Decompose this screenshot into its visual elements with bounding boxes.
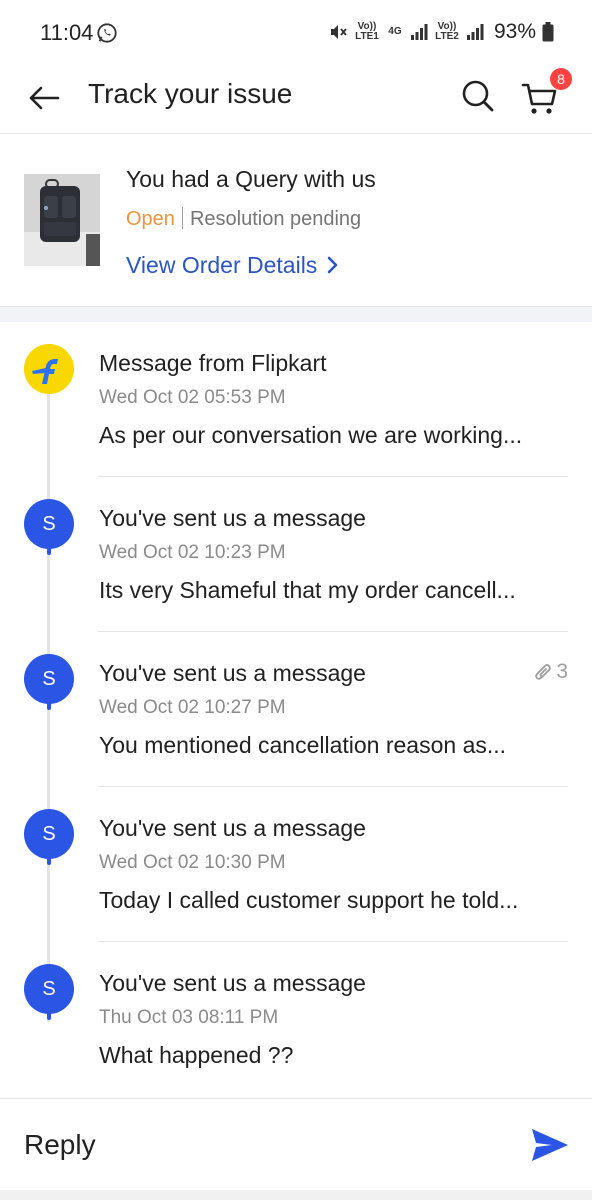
message-title: You've sent us a message <box>99 660 366 686</box>
message-item[interactable]: S You've sent us a message Thu Oct 03 08… <box>0 942 592 1097</box>
signal-icon <box>466 24 484 40</box>
battery-icon <box>542 22 554 42</box>
message-preview: What happened ?? <box>99 1042 294 1068</box>
message-preview: You mentioned cancellation reason as... <box>99 732 507 758</box>
user-avatar: S <box>24 964 74 1020</box>
cart-count-badge: 8 <box>550 68 572 90</box>
attachment-indicator: 3 <box>534 660 568 684</box>
message-item[interactable]: S You've sent us a message 3 Wed Oct 02 … <box>0 632 592 787</box>
message-time: Thu Oct 03 08:11 PM <box>99 1007 279 1028</box>
back-button[interactable] <box>22 76 66 120</box>
message-preview: Today I called customer support he told.… <box>99 887 519 913</box>
message-time: Wed Oct 02 10:27 PM <box>99 697 286 718</box>
message-preview: Its very Shameful that my order cancell.… <box>99 577 516 603</box>
send-icon <box>532 1129 568 1161</box>
message-title: Message from Flipkart <box>99 350 327 376</box>
chevron-right-icon <box>328 256 338 274</box>
order-summary-card: You had a Query with us Open Resolution p… <box>0 140 592 306</box>
view-order-details-link[interactable]: View Order Details <box>126 250 339 280</box>
message-item[interactable]: S You've sent us a message Wed Oct 02 10… <box>0 787 592 942</box>
mute-icon <box>328 22 348 42</box>
section-divider <box>0 306 592 322</box>
status-time: 11:04 <box>40 20 94 45</box>
attachment-count: 3 <box>556 660 568 683</box>
sim2-label: Vo)) LTE2 <box>435 21 459 42</box>
app-header: Track your issue 8 <box>0 64 592 134</box>
message-title: You've sent us a message <box>99 970 366 996</box>
send-button[interactable] <box>526 1121 574 1169</box>
page-title: Track your issue <box>88 78 293 109</box>
status-separator <box>181 207 183 229</box>
message-time: Wed Oct 02 05:53 PM <box>99 387 286 408</box>
sim1-label: Vo)) LTE1 <box>355 21 379 42</box>
product-image[interactable] <box>24 174 100 266</box>
search-icon <box>462 80 494 112</box>
user-avatar: S <box>24 654 74 710</box>
message-timeline: Message from Flipkart Wed Oct 02 05:53 P… <box>0 322 592 1098</box>
view-order-details-label: View Order Details <box>126 252 318 278</box>
status-indicators: Vo)) LTE1 4G Vo)) LTE2 93% <box>328 18 554 46</box>
bottom-strip <box>0 1190 592 1200</box>
issue-status: Open Resolution pending <box>126 206 361 232</box>
network-type: 4G <box>388 26 402 37</box>
reply-input[interactable] <box>24 1125 494 1165</box>
search-button[interactable] <box>456 74 500 118</box>
query-title: You had a Query with us <box>126 166 376 192</box>
message-preview: As per our conversation we are working..… <box>99 422 523 448</box>
battery-level: 93% <box>493 20 536 43</box>
user-avatar: S <box>24 809 74 865</box>
message-item[interactable]: Message from Flipkart Wed Oct 02 05:53 P… <box>0 322 592 477</box>
message-time: Wed Oct 02 10:30 PM <box>99 852 286 873</box>
flipkart-logo-icon <box>24 344 74 394</box>
resolution-status: Resolution pending <box>189 208 362 230</box>
whatsapp-icon <box>96 22 118 44</box>
message-title: You've sent us a message <box>99 505 366 531</box>
message-time: Wed Oct 02 10:23 PM <box>99 542 286 563</box>
user-avatar: S <box>24 499 74 555</box>
cart-button[interactable]: 8 <box>518 68 572 120</box>
message-item[interactable]: S You've sent us a message Wed Oct 02 10… <box>0 477 592 632</box>
paperclip-icon <box>535 664 552 680</box>
reply-bar <box>0 1098 592 1190</box>
status-open-label: Open <box>126 208 175 230</box>
backpack-image <box>24 174 100 266</box>
signal-icon <box>410 24 428 40</box>
status-bar: 11:04 Vo)) LTE1 4G Vo)) LTE2 93% <box>0 0 592 64</box>
back-arrow-icon <box>29 86 60 110</box>
message-title: You've sent us a message <box>99 815 366 841</box>
